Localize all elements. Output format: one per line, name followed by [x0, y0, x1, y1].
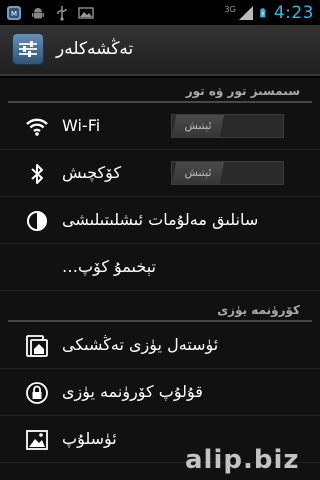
- section-header-device: كۆرۈنمە يۈزى: [0, 297, 320, 322]
- wifi-toggle[interactable]: ئېتىش: [171, 114, 284, 138]
- notification-icons: M: [6, 5, 94, 21]
- page-title: تەڭشەكلەر: [56, 39, 134, 59]
- settings-item-more[interactable]: تېخىمۇ كۆپ…: [0, 244, 320, 291]
- settings-list: سىمسىز تور ۋە تور Wi-Fi ئېتىش كۆكچىش ئېت…: [0, 78, 320, 480]
- settings-sliders-icon[interactable]: [13, 34, 43, 64]
- settings-item-lock-screen[interactable]: قۇلۇپ كۆرۈنمە يۈزى: [0, 369, 320, 416]
- section-header-label: سىمسىز تور ۋە تور: [185, 84, 300, 98]
- signal-icon: [238, 5, 253, 20]
- home-screen-icon: [26, 335, 48, 357]
- wifi-icon: [26, 118, 48, 136]
- settings-item-label: Wi-Fi: [62, 116, 101, 135]
- section-header-wireless: سىمسىز تور ۋە تور: [0, 78, 320, 103]
- settings-item-home[interactable]: ئۈستەل يۈزى تەڭشىكى: [0, 322, 320, 369]
- bluetooth-toggle[interactable]: ئېتىش: [171, 161, 284, 185]
- toggle-off-label: ئېتىش: [172, 162, 224, 184]
- toggle-off-label: ئېتىش: [172, 115, 224, 137]
- lock-icon: [26, 382, 48, 404]
- settings-item-label: قۇلۇپ كۆرۈنمە يۈزى: [62, 382, 203, 401]
- system-icons: 3G 4:23: [225, 3, 314, 23]
- settings-item-data-usage[interactable]: سانلىق مەلۇمات ئىشلىتىلىشى: [0, 197, 320, 244]
- battery-charging-icon: [260, 7, 266, 17]
- watermark-text: alip.biz: [185, 445, 300, 475]
- status-bar: M 3G 4:23: [0, 0, 320, 25]
- settings-item-wifi[interactable]: Wi-Fi ئېتىش: [0, 103, 320, 150]
- app-notification-icon: M: [7, 5, 21, 20]
- clock: 4:23: [273, 2, 314, 23]
- settings-item-label: سانلىق مەلۇمات ئىشلىتىلىشى: [62, 210, 259, 229]
- usb-icon: [57, 5, 67, 21]
- settings-item-label: كۆكچىش: [62, 163, 122, 182]
- data-usage-icon: [27, 211, 47, 231]
- svg-text:M: M: [11, 10, 17, 18]
- settings-item-label: ئۈستەل يۈزى تەڭشىكى: [62, 335, 219, 354]
- android-icon: [32, 7, 44, 18]
- network-type-label: 3G: [224, 5, 236, 14]
- section-header-label: كۆرۈنمە يۈزى: [217, 303, 300, 317]
- settings-item-label: ئۈسلۇپ: [62, 429, 117, 448]
- settings-item-bluetooth[interactable]: كۆكچىش ئېتىش: [0, 150, 320, 197]
- settings-item-label: تېخىمۇ كۆپ…: [62, 257, 156, 276]
- image-icon: [78, 6, 94, 19]
- action-bar: تەڭشەكلەر: [0, 25, 320, 76]
- wallpaper-icon: [26, 430, 48, 450]
- bluetooth-icon: [31, 164, 43, 184]
